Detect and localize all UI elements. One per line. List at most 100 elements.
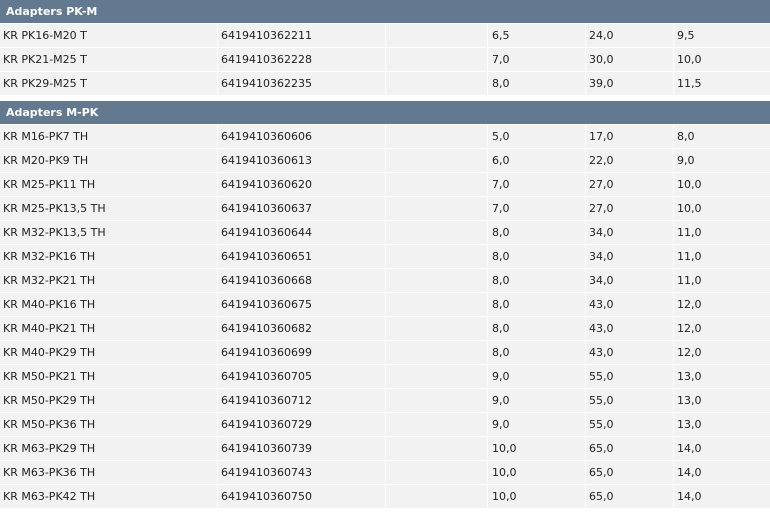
value-3-cell: 11,5	[677, 77, 702, 90]
ean-code-cell: 6419410360739	[218, 437, 386, 460]
value-3-cell: 12,0	[677, 322, 702, 335]
value-2-cell: 39,0	[586, 72, 674, 95]
value-2-cell: 65,0	[586, 485, 674, 508]
empty-cell	[386, 197, 488, 220]
value-1-cell: 8,0	[488, 341, 586, 364]
empty-cell	[386, 485, 488, 508]
ean-code-cell: 6419410360651	[218, 245, 386, 268]
product-table: Adapters PK-M KR PK16-M20 T 6419410362211 6…	[0, 0, 770, 509]
empty-cell	[386, 437, 488, 460]
table-row: KR M40-PK29 TH 6419410360699 8,0 43,0 12,0	[0, 341, 770, 365]
product-name-cell: KR M50-PK36 TH	[0, 413, 218, 436]
product-name-cell: KR M63-PK42 TH	[0, 485, 218, 508]
value-2-cell: 43,0	[586, 341, 674, 364]
table-row: KR PK16-M20 T 6419410362211 6,5 24,0 9,5	[0, 24, 770, 48]
empty-cell	[386, 269, 488, 292]
value-1-cell: 9,0	[488, 365, 586, 388]
empty-cell	[386, 389, 488, 412]
empty-cell	[386, 48, 488, 71]
value-1-cell: 9,0	[488, 389, 586, 412]
value-2-cell: 27,0	[586, 197, 674, 220]
ean-code-cell: 6419410360668	[218, 269, 386, 292]
value-3-cell: 13,0	[677, 370, 702, 383]
product-name-cell: KR M32-PK16 TH	[0, 245, 218, 268]
empty-cell	[386, 461, 488, 484]
empty-cell	[386, 221, 488, 244]
section-adapters-pk-m: Adapters PK-M KR PK16-M20 T 6419410362211 6…	[0, 0, 770, 96]
product-name-cell: KR M40-PK16 TH	[0, 293, 218, 316]
table-row: KR M40-PK16 TH 6419410360675 8,0 43,0 12,0	[0, 293, 770, 317]
product-name-cell: KR M63-PK36 TH	[0, 461, 218, 484]
value-2-cell: 55,0	[586, 413, 674, 436]
ean-code-cell: 6419410360606	[218, 125, 386, 148]
table-row: KR M25-PK13,5 TH 6419410360637 7,0 27,0 10,0	[0, 197, 770, 221]
value-2-cell: 65,0	[586, 461, 674, 484]
table-row: KR M50-PK21 TH 6419410360705 9,0 55,0 13,0	[0, 365, 770, 389]
empty-cell	[386, 317, 488, 340]
value-3-cell: 14,0	[677, 466, 702, 479]
table-row: KR M32-PK16 TH 6419410360651 8,0 34,0 11,0	[0, 245, 770, 269]
value-1-cell: 9,0	[488, 413, 586, 436]
value-2-cell: 65,0	[586, 437, 674, 460]
value-3-cell: 12,0	[677, 346, 702, 359]
product-name-cell: KR M50-PK29 TH	[0, 389, 218, 412]
value-3-cell: 14,0	[677, 442, 702, 455]
product-name-cell: KR M40-PK21 TH	[0, 317, 218, 340]
value-3-cell: 12,0	[677, 298, 702, 311]
table-row: KR M63-PK42 TH 6419410360750 10,0 65,0 14,0	[0, 485, 770, 509]
product-name-cell: KR M25-PK13,5 TH	[0, 197, 218, 220]
value-2-cell: 43,0	[586, 293, 674, 316]
empty-cell	[386, 341, 488, 364]
empty-cell	[386, 24, 488, 47]
section-header: Adapters PK-M	[0, 0, 770, 24]
value-2-cell: 17,0	[586, 125, 674, 148]
table-row: KR M50-PK29 TH 6419410360712 9,0 55,0 13,0	[0, 389, 770, 413]
value-1-cell: 8,0	[488, 269, 586, 292]
ean-code-cell: 6419410360743	[218, 461, 386, 484]
value-2-cell: 22,0	[586, 149, 674, 172]
value-3-cell: 14,0	[677, 490, 702, 503]
table-row: KR M32-PK13,5 TH 6419410360644 8,0 34,0 11,0	[0, 221, 770, 245]
ean-code-cell: 6419410360729	[218, 413, 386, 436]
value-1-cell: 6,5	[488, 24, 586, 47]
value-1-cell: 6,0	[488, 149, 586, 172]
value-3-cell: 13,0	[677, 418, 702, 431]
ean-code-cell: 6419410360675	[218, 293, 386, 316]
value-2-cell: 34,0	[586, 245, 674, 268]
product-name-cell: KR M16-PK7 TH	[0, 125, 218, 148]
table-row: KR PK29-M25 T 6419410362235 8,0 39,0 11,5	[0, 72, 770, 96]
empty-cell	[386, 149, 488, 172]
value-2-cell: 34,0	[586, 221, 674, 244]
product-name-cell: KR PK29-M25 T	[0, 72, 218, 95]
section-adapters-m-pk: Adapters M-PK KR M16-PK7 TH 6419410360606 5…	[0, 101, 770, 509]
value-3-cell: 11,0	[677, 226, 702, 239]
ean-code-cell: 6419410360613	[218, 149, 386, 172]
value-2-cell: 27,0	[586, 173, 674, 196]
table-row: KR M25-PK11 TH 6419410360620 7,0 27,0 10,0	[0, 173, 770, 197]
ean-code-cell: 6419410360712	[218, 389, 386, 412]
value-2-cell: 55,0	[586, 365, 674, 388]
value-3-cell: 10,0	[677, 178, 702, 191]
value-1-cell: 10,0	[488, 485, 586, 508]
table-row: KR M63-PK29 TH 6419410360739 10,0 65,0 14,0	[0, 437, 770, 461]
table-row: KR M50-PK36 TH 6419410360729 9,0 55,0 13,0	[0, 413, 770, 437]
value-1-cell: 5,0	[488, 125, 586, 148]
value-3-cell: 9,5	[677, 29, 695, 42]
value-1-cell: 8,0	[488, 72, 586, 95]
empty-cell	[386, 125, 488, 148]
value-1-cell: 8,0	[488, 293, 586, 316]
product-name-cell: KR PK16-M20 T	[0, 24, 218, 47]
ean-code-cell: 6419410360682	[218, 317, 386, 340]
value-2-cell: 34,0	[586, 269, 674, 292]
empty-cell	[386, 72, 488, 95]
value-2-cell: 55,0	[586, 389, 674, 412]
ean-code-cell: 6419410360705	[218, 365, 386, 388]
table-row: KR M40-PK21 TH 6419410360682 8,0 43,0 12,0	[0, 317, 770, 341]
value-3-cell: 8,0	[677, 130, 695, 143]
product-name-cell: KR M40-PK29 TH	[0, 341, 218, 364]
value-3-cell: 9,0	[677, 154, 695, 167]
product-name-cell: KR M63-PK29 TH	[0, 437, 218, 460]
value-3-cell: 10,0	[677, 202, 702, 215]
ean-code-cell: 6419410360699	[218, 341, 386, 364]
table-row: KR M32-PK21 TH 6419410360668 8,0 34,0 11,0	[0, 269, 770, 293]
